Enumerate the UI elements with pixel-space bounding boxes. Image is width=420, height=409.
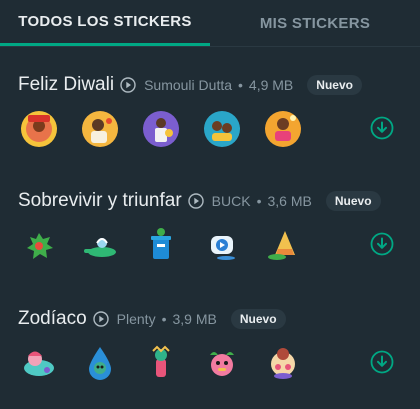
play-icon[interactable] xyxy=(187,193,204,209)
zodiac-sticker-1[interactable] xyxy=(18,342,60,384)
play-icon[interactable] xyxy=(92,311,109,327)
separator-dot: • xyxy=(161,311,167,327)
sticker-pack-feliz-diwali[interactable]: Feliz Diwali Sumouli Dutta • 4,9 MB Nuev… xyxy=(0,72,420,162)
new-badge: Nuevo xyxy=(325,191,381,211)
diwali-sticker-4[interactable] xyxy=(201,108,243,150)
pack-size: 4,9 MB xyxy=(248,77,294,93)
pack-author: Plenty xyxy=(116,311,156,327)
pack-header: Feliz Diwali Sumouli Dutta • 4,9 MB Nuev… xyxy=(18,72,362,98)
survive-sticker-4[interactable] xyxy=(201,224,243,266)
diwali-sticker-2[interactable] xyxy=(79,108,121,150)
diwali-sticker-1[interactable] xyxy=(18,108,60,150)
download-icon[interactable] xyxy=(370,350,394,374)
download-icon[interactable] xyxy=(370,232,394,256)
zodiac-sticker-5[interactable] xyxy=(262,342,304,384)
survive-sticker-2[interactable] xyxy=(79,224,121,266)
diwali-sticker-5[interactable] xyxy=(262,108,304,150)
pack-title: Zodíaco xyxy=(18,308,87,329)
sticker-pack-zodiaco[interactable]: Zodíaco Plenty • 3,9 MB Nuevo xyxy=(0,306,420,396)
survive-sticker-5[interactable] xyxy=(262,224,304,266)
separator-dot: • xyxy=(238,77,243,93)
zodiac-sticker-3[interactable] xyxy=(140,342,182,384)
tab-my-stickers[interactable]: MIS STICKERS xyxy=(210,0,420,46)
sticker-pack-sobrevivir-y-triunfar[interactable]: Sobrevivir y triunfar BUCK • 3,6 MB Nuev… xyxy=(0,188,420,278)
survive-sticker-3[interactable] xyxy=(140,224,182,266)
tab-bar: TODOS LOS STICKERS MIS STICKERS xyxy=(0,0,420,47)
zodiac-sticker-4[interactable] xyxy=(201,342,243,384)
pack-header: Zodíaco Plenty • 3,9 MB Nuevo xyxy=(18,306,286,332)
new-badge: Nuevo xyxy=(307,75,362,95)
pack-author: BUCK xyxy=(211,193,251,209)
pack-size: 3,6 MB xyxy=(267,193,312,209)
pack-title: Sobrevivir y triunfar xyxy=(18,190,182,211)
tab-all-stickers[interactable]: TODOS LOS STICKERS xyxy=(0,0,210,46)
play-icon[interactable] xyxy=(120,77,136,93)
sticker-preview-row xyxy=(18,342,323,384)
pack-header: Sobrevivir y triunfar BUCK • 3,6 MB Nuev… xyxy=(18,188,381,214)
survive-sticker-1[interactable] xyxy=(18,224,60,266)
pack-title: Feliz Diwali xyxy=(18,74,115,95)
diwali-sticker-3[interactable] xyxy=(140,108,182,150)
sticker-preview-row xyxy=(18,108,323,150)
sticker-preview-row xyxy=(18,224,323,266)
separator-dot: • xyxy=(256,193,262,209)
new-badge: Nuevo xyxy=(230,309,286,329)
pack-author: Sumouli Dutta xyxy=(144,77,233,93)
zodiac-sticker-2[interactable] xyxy=(79,342,121,384)
download-icon[interactable] xyxy=(370,116,394,140)
pack-size: 3,9 MB xyxy=(172,311,217,327)
